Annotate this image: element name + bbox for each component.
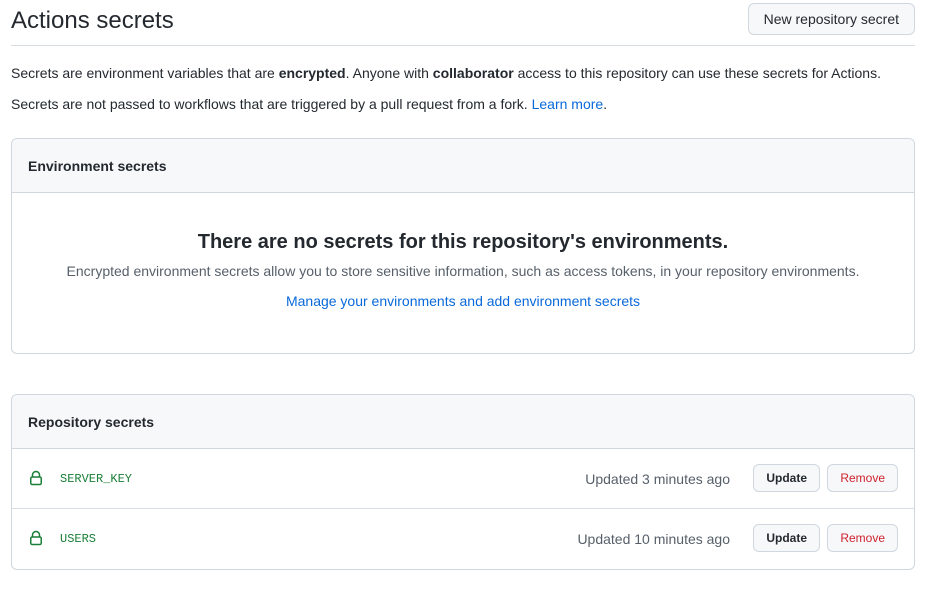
environment-secrets-header: Environment secrets <box>12 139 914 193</box>
secret-row: USERS Updated 10 minutes ago Update Remo… <box>12 509 914 568</box>
secret-updated-time: Updated 3 minutes ago <box>585 471 730 487</box>
emphasis-collaborator: collaborator <box>432 65 514 81</box>
update-secret-button[interactable]: Update <box>753 464 820 492</box>
description-line-2: Secrets are not passed to workflows that… <box>11 96 608 112</box>
emphasis-encrypted: encrypted <box>278 65 346 81</box>
new-repository-secret-button[interactable]: New repository secret <box>747 3 915 35</box>
update-secret-button[interactable]: Update <box>753 524 820 552</box>
environment-secrets-box: Environment secrets There are no secrets… <box>11 138 915 354</box>
blankslate-title: There are no secrets for this repository… <box>197 231 729 253</box>
blankslate-description: Encrypted environment secrets allow you … <box>66 263 860 279</box>
description-line-1: Secrets are environment variables that a… <box>11 65 881 81</box>
learn-more-link[interactable]: Learn more <box>532 96 604 112</box>
environment-secrets-blankslate: There are no secrets for this repository… <box>12 193 914 353</box>
repository-secrets-box: Repository secrets SERVER_KEY Updated 3 … <box>11 394 915 570</box>
lock-icon <box>30 530 42 546</box>
page-title: Actions secrets <box>11 7 174 34</box>
lock-icon <box>30 470 42 486</box>
secret-updated-time: Updated 10 minutes ago <box>577 531 730 547</box>
repository-secrets-title: Repository secrets <box>28 414 155 430</box>
environment-secrets-title: Environment secrets <box>28 158 167 174</box>
page-header: Actions secrets New repository secret <box>11 0 915 46</box>
manage-environments-link[interactable]: Manage your environments and add environ… <box>12 291 914 311</box>
secret-name: USERS <box>60 532 97 546</box>
secret-row: SERVER_KEY Updated 3 minutes ago Update … <box>12 449 914 509</box>
secret-name: SERVER_KEY <box>60 472 133 486</box>
remove-secret-button[interactable]: Remove <box>827 524 898 552</box>
remove-secret-button[interactable]: Remove <box>827 464 898 492</box>
actions-secrets-page: Actions secrets New repository secret Se… <box>0 0 935 591</box>
repository-secrets-header: Repository secrets <box>12 395 914 449</box>
